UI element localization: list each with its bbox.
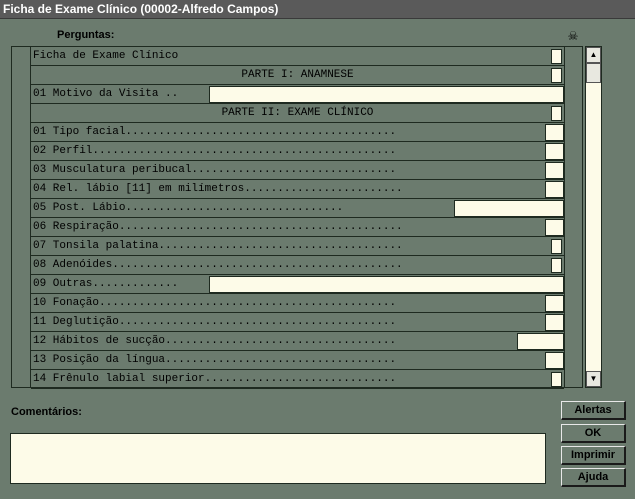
question-text: 13 Posição da língua....................…	[33, 354, 397, 366]
question-text: 01 Motivo da Visita ..	[33, 88, 179, 100]
answer-field[interactable]	[545, 162, 564, 179]
help-button[interactable]: Ajuda	[561, 468, 626, 487]
question-row-09-outras[interactable]: 09 Outras.............	[31, 275, 564, 294]
scroll-up-arrow-icon[interactable]: ▲	[586, 47, 601, 63]
section-heading-text: PARTE II: EXAME CLÍNICO	[221, 107, 374, 119]
comments-textarea[interactable]	[10, 433, 546, 484]
answer-field[interactable]	[517, 333, 564, 350]
answer-checkbox[interactable]	[551, 106, 562, 121]
question-row-04-rel-labio[interactable]: 04 Rel. lábio [11] em milímetros........…	[31, 180, 564, 199]
grid-left-column	[12, 47, 31, 387]
question-row-07-tonsila[interactable]: 07 Tonsila palatina.....................…	[31, 237, 564, 256]
question-row-03-musculatura[interactable]: 03 Musculatura peribucal................…	[31, 161, 564, 180]
skull-alert-icon: ☠	[567, 29, 579, 43]
answer-field[interactable]	[545, 219, 564, 236]
question-text: 03 Musculatura peribucal................…	[33, 164, 397, 176]
answer-field[interactable]	[545, 295, 564, 312]
answer-text-field[interactable]	[209, 276, 564, 293]
answer-text-field[interactable]	[454, 200, 564, 217]
answer-field[interactable]	[545, 124, 564, 141]
answer-field[interactable]	[545, 352, 564, 369]
section-heading-exame-clinico: PARTE II: EXAME CLÍNICO	[31, 104, 564, 123]
ok-button[interactable]: OK	[561, 424, 626, 443]
answer-checkbox[interactable]	[551, 258, 562, 273]
alerts-button[interactable]: Alertas	[561, 401, 626, 420]
question-row-01-tipo-facial[interactable]: 01 Tipo facial..........................…	[31, 123, 564, 142]
question-text: 08 Adenóides............................…	[33, 259, 403, 271]
scroll-thumb[interactable]	[586, 63, 601, 83]
answer-field[interactable]	[545, 181, 564, 198]
comments-label: Comentários:	[11, 406, 82, 418]
question-text: 12 Hábitos de sucção....................…	[33, 335, 397, 347]
question-text: 05 Post. Lábio..........................…	[33, 202, 344, 214]
grid-right-column	[564, 47, 583, 387]
question-text: 06 Respiração...........................…	[33, 221, 403, 233]
question-row-06-respiracao[interactable]: 06 Respiração...........................…	[31, 218, 564, 237]
answer-field[interactable]	[545, 143, 564, 160]
window-title: Ficha de Exame Clínico (00002-Alfredo Ca…	[0, 0, 635, 19]
answer-checkbox[interactable]	[551, 239, 562, 254]
question-row-02-perfil[interactable]: 02 Perfil...............................…	[31, 142, 564, 161]
question-text: 14 Frênulo labial superior..............…	[33, 373, 397, 385]
question-row-14-frenulo[interactable]: 14 Frênulo labial superior..............…	[31, 370, 564, 389]
question-row-10-fonacao[interactable]: 10 Fonação..............................…	[31, 294, 564, 313]
questions-grid: Ficha de Exame Clínico PARTE I: ANAMNESE…	[11, 46, 583, 389]
question-text: 07 Tonsila palatina.....................…	[33, 240, 403, 252]
questions-label: Perguntas:	[57, 29, 115, 41]
question-row-12-habitos[interactable]: 12 Hábitos de sucção....................…	[31, 332, 564, 351]
question-text: 09 Outras.............	[33, 278, 179, 290]
question-row-11-degluticao[interactable]: 11 Deglutição...........................…	[31, 313, 564, 332]
answer-checkbox[interactable]	[551, 68, 562, 83]
question-row-08-adenoides[interactable]: 08 Adenóides............................…	[31, 256, 564, 275]
answer-text-field[interactable]	[209, 86, 564, 103]
vertical-scrollbar[interactable]: ▲ ▼	[585, 46, 602, 388]
answer-checkbox[interactable]	[551, 372, 562, 387]
question-text: 02 Perfil...............................…	[33, 145, 397, 157]
section-heading-text: PARTE I: ANAMNESE	[241, 69, 354, 81]
question-row-01-motivo[interactable]: 01 Motivo da Visita ..	[31, 85, 564, 104]
question-text: 11 Deglutição...........................…	[33, 316, 397, 328]
answer-checkbox[interactable]	[551, 49, 562, 64]
question-text: 04 Rel. lábio [11] em milímetros........…	[33, 183, 403, 195]
question-row-05-post-labio[interactable]: 05 Post. Lábio..........................…	[31, 199, 564, 218]
answer-field[interactable]	[545, 314, 564, 331]
question-row-13-posicao-lingua[interactable]: 13 Posição da língua....................…	[31, 351, 564, 370]
question-text: 10 Fonação..............................…	[33, 297, 397, 309]
question-text: Ficha de Exame Clínico	[33, 50, 179, 62]
scroll-down-arrow-icon[interactable]: ▼	[586, 371, 601, 387]
question-text: 01 Tipo facial..........................…	[33, 126, 397, 138]
print-button[interactable]: Imprimir	[561, 446, 626, 465]
section-heading-anamnese: PARTE I: ANAMNESE	[31, 66, 564, 85]
question-row-form-title[interactable]: Ficha de Exame Clínico	[31, 47, 564, 66]
